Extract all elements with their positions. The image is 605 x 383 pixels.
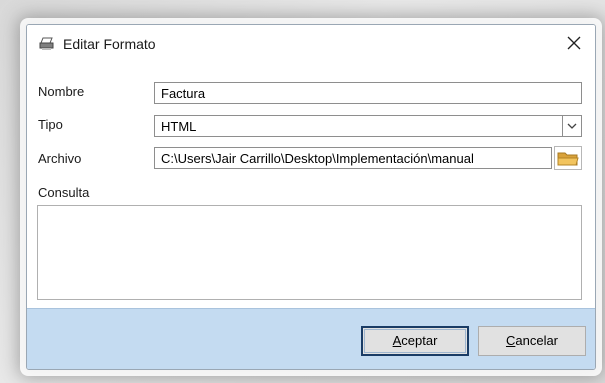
accept-mnemonic: A (392, 333, 402, 348)
browse-button[interactable] (554, 146, 582, 170)
type-select[interactable]: HTML (154, 115, 582, 137)
dialog-title: Editar Formato (63, 36, 156, 52)
close-icon[interactable] (565, 34, 583, 52)
printer-icon (39, 37, 55, 51)
folder-icon (555, 152, 581, 173)
accept-label-rest: ceptar (401, 333, 438, 348)
name-field[interactable]: Factura (154, 82, 582, 104)
query-label: Consulta (38, 185, 90, 200)
cancel-label-rest: ancelar (515, 333, 559, 348)
title-bar[interactable]: Editar Formato (27, 25, 595, 63)
chevron-down-icon[interactable] (562, 116, 581, 136)
cancel-mnemonic: C (505, 333, 516, 348)
file-label: Archivo (38, 151, 82, 166)
accept-button[interactable]: Aceptar (361, 326, 469, 356)
file-path-field[interactable]: C:\Users\Jair Carrillo\Desktop\Implement… (154, 147, 552, 169)
cancel-button[interactable]: Cancelar (478, 326, 586, 356)
edit-format-dialog: Editar Formato Nombre Factura Tipo HTML … (26, 24, 596, 370)
type-label: Tipo (38, 117, 63, 132)
dialog-footer: Aceptar Cancelar (27, 308, 595, 369)
name-label: Nombre (38, 84, 85, 99)
type-select-value: HTML (161, 119, 197, 134)
query-textarea[interactable] (37, 205, 582, 300)
